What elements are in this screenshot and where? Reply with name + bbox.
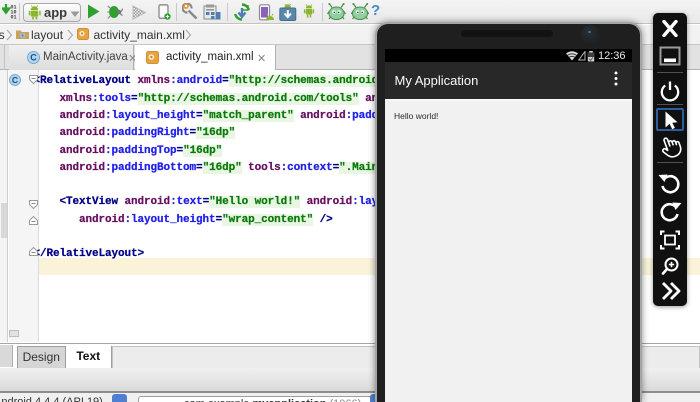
svg-text:01: 01 bbox=[11, 15, 17, 20]
svg-text:C: C bbox=[12, 75, 18, 85]
svg-text:C: C bbox=[30, 52, 37, 62]
